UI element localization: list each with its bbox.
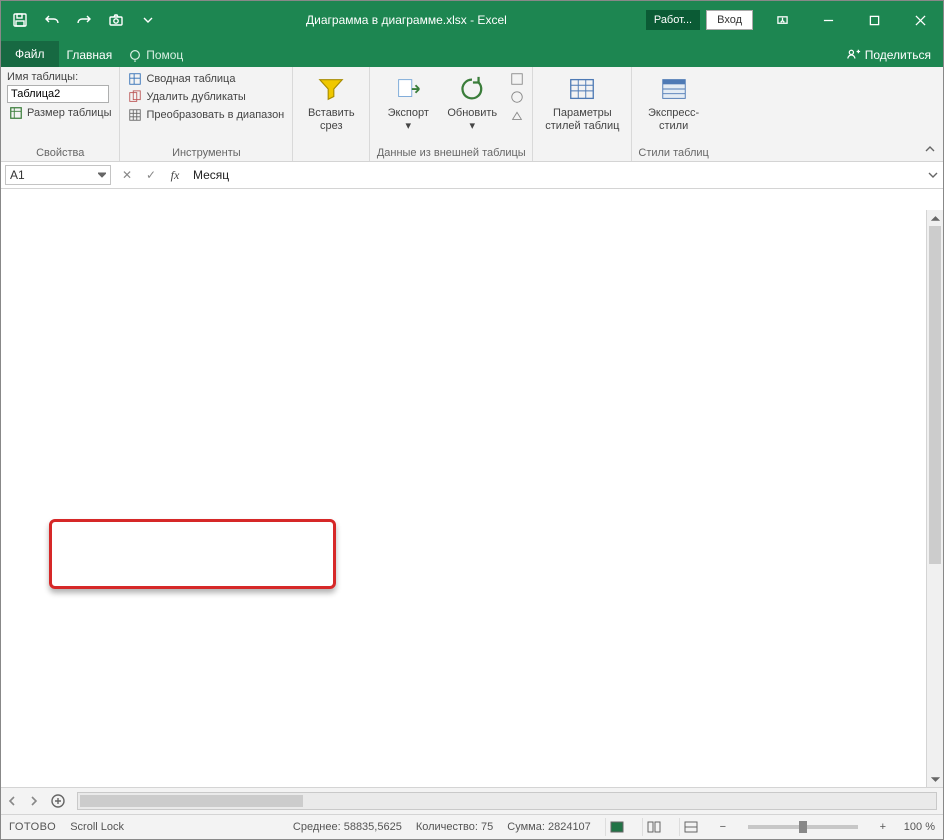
zoom-out-button[interactable]: − xyxy=(716,821,730,833)
name-box[interactable]: A1 xyxy=(5,165,111,185)
status-sum: Сумма: 2824107 xyxy=(507,821,591,833)
ribbon-group-styles: Экспресс-стили Стили таблиц xyxy=(632,67,714,161)
convert-label: Преобразовать в диапазон xyxy=(146,109,284,121)
share-button[interactable]: Поделиться xyxy=(835,43,943,67)
ribbon: Имя таблицы: Размер таблицы Свойства Сво… xyxy=(1,67,943,162)
zoom-level: 100 % xyxy=(904,821,935,833)
status-bar: ГОТОВО Scroll Lock Среднее: 58835,5625 К… xyxy=(1,814,943,839)
sheet-nav-next-icon[interactable] xyxy=(23,796,45,806)
save-status: Работ... xyxy=(646,10,700,30)
convert-range-button[interactable]: Преобразовать в диапазон xyxy=(126,107,286,123)
titlebar: Диаграмма в диаграмме.xlsx - Excel Работ… xyxy=(1,1,943,39)
dedup-label: Удалить дубликаты xyxy=(146,91,245,103)
formula-input[interactable]: Месяц xyxy=(187,166,923,184)
zoom-in-button[interactable]: + xyxy=(876,821,890,833)
zoom-slider[interactable] xyxy=(748,825,858,829)
undo-button[interactable] xyxy=(39,7,65,33)
quick-access-toolbar xyxy=(1,7,167,33)
ribbon-group-external: Экспорт▾ Обновить▾ Данные из внешней таб… xyxy=(370,67,533,161)
table-name-input[interactable] xyxy=(7,85,109,103)
ext-small-3[interactable] xyxy=(508,107,526,123)
add-sheet-button[interactable] xyxy=(45,794,71,808)
cancel-formula-icon[interactable]: ✕ xyxy=(115,168,139,182)
ribbon-group-styleopts: Параметрыстилей таблиц xyxy=(533,67,632,161)
spreadsheet-grid[interactable] xyxy=(1,189,943,787)
ribbon-group-properties: Имя таблицы: Размер таблицы Свойства xyxy=(1,67,120,161)
insert-slicer-button[interactable]: Вставитьсрез xyxy=(299,71,363,134)
app-window: Диаграмма в диаграмме.xlsx - Excel Работ… xyxy=(0,0,944,840)
page-layout-view-icon[interactable] xyxy=(642,818,665,836)
table-name-label: Имя таблицы: xyxy=(7,71,113,83)
resize-table-button[interactable]: Размер таблицы xyxy=(7,105,113,121)
group-label-properties: Свойства xyxy=(7,145,113,159)
maximize-button[interactable] xyxy=(851,1,897,39)
ribbon-group-tools: Сводная таблица Удалить дубликаты Преобр… xyxy=(120,67,293,161)
dedup-button[interactable]: Удалить дубликаты xyxy=(126,89,286,105)
group-label-external: Данные из внешней таблицы xyxy=(376,145,526,159)
tab-0[interactable]: Главная xyxy=(59,42,121,67)
quick-styles-button[interactable]: Экспресс-стили xyxy=(642,71,706,134)
ext-small-1[interactable] xyxy=(508,71,526,87)
close-button[interactable] xyxy=(897,1,943,39)
pivot-label: Сводная таблица xyxy=(146,73,235,85)
camera-icon[interactable] xyxy=(103,7,129,33)
signin-button[interactable]: Вход xyxy=(706,10,753,30)
status-ready: ГОТОВО xyxy=(9,821,56,833)
status-scroll-lock: Scroll Lock xyxy=(70,821,124,833)
normal-view-icon[interactable] xyxy=(605,818,628,836)
status-average: Среднее: 58835,5625 xyxy=(293,821,402,833)
formula-bar: A1 ✕ ✓ fx Месяц xyxy=(1,162,943,189)
group-label-tools: Инструменты xyxy=(126,145,286,159)
window-title: Диаграмма в диаграмме.xlsx - Excel xyxy=(167,13,646,27)
group-label-styles: Стили таблиц xyxy=(638,145,708,159)
minimize-button[interactable] xyxy=(805,1,851,39)
tab-file[interactable]: Файл xyxy=(1,41,59,67)
tell-me-label: Помоц xyxy=(146,48,183,62)
accept-formula-icon[interactable]: ✓ xyxy=(139,168,163,182)
resize-label: Размер таблицы xyxy=(27,107,111,119)
ribbon-options-icon[interactable] xyxy=(759,1,805,39)
highlight-callout xyxy=(49,519,336,589)
page-break-view-icon[interactable] xyxy=(679,818,702,836)
horizontal-scrollbar[interactable] xyxy=(77,792,937,810)
export-button[interactable]: Экспорт▾ xyxy=(376,71,440,134)
expand-formula-icon[interactable] xyxy=(923,170,943,180)
share-label: Поделиться xyxy=(865,48,931,62)
scroll-down-icon[interactable] xyxy=(927,771,943,787)
fx-icon[interactable]: fx xyxy=(163,168,187,183)
sheet-nav-prev-icon[interactable] xyxy=(1,796,23,806)
vertical-scrollbar[interactable] xyxy=(926,210,943,787)
ext-small-2[interactable] xyxy=(508,89,526,105)
save-button[interactable] xyxy=(7,7,33,33)
ribbon-group-slicer: Вставитьсрез xyxy=(293,67,370,161)
qat-customize-icon[interactable] xyxy=(135,7,161,33)
tell-me[interactable]: Помоц xyxy=(120,43,191,67)
pivot-button[interactable]: Сводная таблица xyxy=(126,71,286,87)
refresh-button[interactable]: Обновить▾ xyxy=(440,71,504,134)
sheet-tab-bar xyxy=(1,787,943,814)
redo-button[interactable] xyxy=(71,7,97,33)
ribbon-tabs: Файл Главная Помоц Поделиться xyxy=(1,39,943,67)
status-count: Количество: 75 xyxy=(416,821,493,833)
collapse-ribbon-icon[interactable] xyxy=(923,143,937,157)
scroll-up-icon[interactable] xyxy=(927,210,943,226)
style-options-button[interactable]: Параметрыстилей таблиц xyxy=(539,71,625,134)
